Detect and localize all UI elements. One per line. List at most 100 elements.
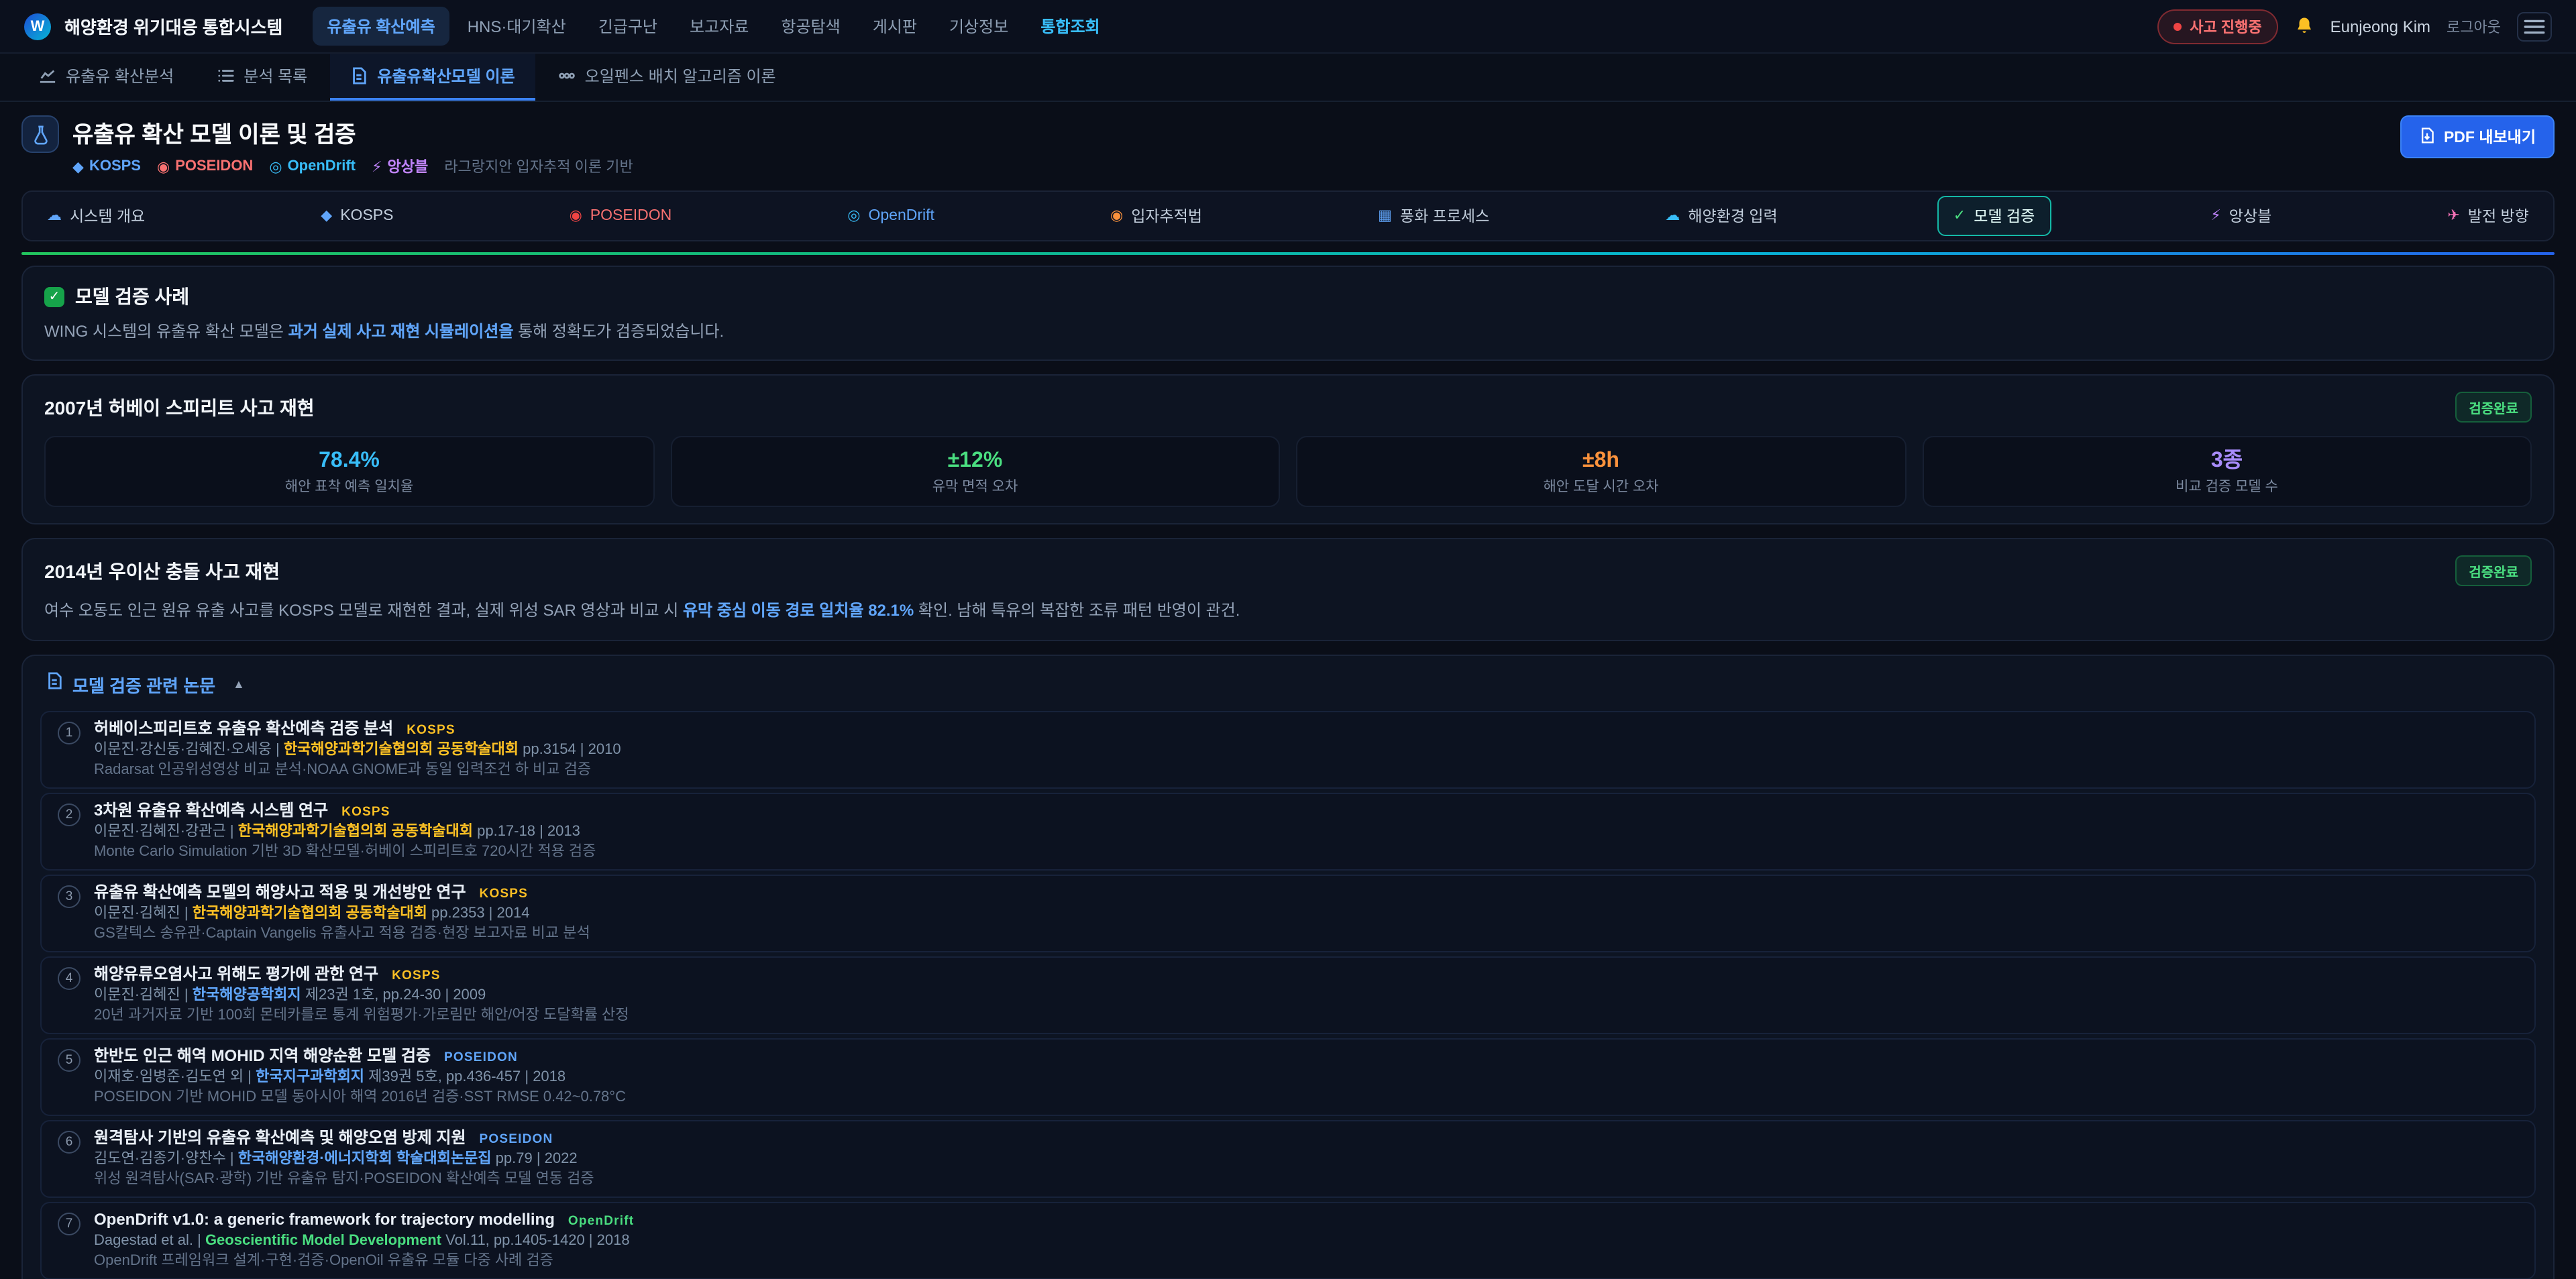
model-badge-label: KOSPS — [89, 158, 141, 174]
paper-list: 1 허베이스피리트호 유출유 확산예측 검증 분석KOSPS 이문진·강신동·김… — [40, 711, 2536, 1279]
circle-icon: ◎ — [269, 158, 282, 175]
tab-analysis-list[interactable]: 분석 목록 — [197, 54, 327, 101]
nav-emergency-rescue[interactable]: 긴급구난 — [584, 7, 672, 46]
section-nav-poseidon[interactable]: ◉POSEIDON — [553, 199, 688, 233]
logo-icon[interactable]: W — [24, 13, 51, 40]
paper-title: 허베이스피리트호 유출유 확산예측 검증 분석 — [94, 719, 393, 738]
model-badge-poseidon: ◉ POSEIDON — [157, 158, 253, 175]
paper-citation: 이문진·김혜진·강관근 | 한국해양과학기술협의회 공동학술대회 pp.17-1… — [94, 824, 596, 841]
papers-title: 모델 검증 관련 논문 — [72, 672, 215, 698]
nav-integrated-search[interactable]: 통합조회 — [1026, 7, 1114, 46]
section-nav-overview[interactable]: ☁시스템 개요 — [31, 196, 161, 236]
app-title: 해양환경 위기대응 통합시스템 — [64, 13, 282, 39]
paper-number: 2 — [58, 803, 80, 826]
pdf-icon — [2420, 127, 2436, 147]
diamond-icon: ◆ — [72, 158, 84, 175]
stat-box: 3종 비교 검증 모델 수 — [1922, 437, 2532, 508]
paper-item[interactable]: 1 허베이스피리트호 유출유 확산예측 검증 분석KOSPS 이문진·강신동·김… — [40, 711, 2536, 789]
incident-status-badge[interactable]: 사고 진행중 — [2157, 9, 2277, 44]
section-nav-ocean-input[interactable]: ☁해양환경 입력 — [1649, 196, 1793, 236]
section-nav-roadmap[interactable]: ✈발전 방향 — [2431, 196, 2544, 236]
model-badge-kosps: ◆ KOSPS — [72, 158, 141, 175]
stat-value: 3종 — [1934, 449, 2520, 474]
document-icon — [46, 673, 63, 697]
paper-item[interactable]: 4 해양유류오염사고 위해도 평가에 관한 연구KOSPS 이문진·김혜진 | … — [40, 956, 2536, 1034]
tab-model-theory[interactable]: 유출유확산모델 이론 — [330, 54, 535, 101]
target-icon: ◉ — [157, 158, 170, 175]
section-nav-label: 모델 검증 — [1974, 205, 2035, 227]
stat-label: 해안 표착 예측 일치율 — [56, 480, 642, 496]
validation-intro-card: ✓ 모델 검증 사례 WING 시스템의 유출유 확산 모델은 과거 실제 사고… — [21, 266, 2555, 362]
paper-title: 원격탐사 기반의 유출유 확산예측 및 해양오염 방제 지원 — [94, 1128, 466, 1147]
paper-citation: 이재호·임병준·김도연 외 | 한국지구과학회지 제39권 5호, pp.436… — [94, 1069, 626, 1087]
paper-title: OpenDrift v1.0: a generic framework for … — [94, 1210, 555, 1229]
nav-hns-diffusion[interactable]: HNS·대기확산 — [453, 7, 581, 46]
paper-description: POSEIDON 기반 MOHID 모델 동아시아 해역 2016년 검증·SS… — [94, 1089, 626, 1107]
red-dot-icon — [2174, 22, 2182, 30]
grid-icon: ▦ — [1378, 209, 1392, 223]
intro-text: WING 시스템의 유출유 확산 모델은 과거 실제 사고 재현 시뮬레이션을 … — [44, 321, 2532, 344]
section-nav-ensemble[interactable]: ⚡앙상블 — [2194, 196, 2288, 236]
logout-link[interactable]: 로그아웃 — [2447, 15, 2501, 37]
paper-item[interactable]: 2 3차원 유출유 확산예측 시스템 연구 KOSPS 이문진·김혜진·강관근 |… — [40, 793, 2536, 871]
particle-icon: ◉ — [1110, 209, 1123, 223]
topbar: W 해양환경 위기대응 통합시스템 유출유 확산예측 HNS·대기확산 긴급구난… — [0, 0, 2576, 54]
tab-boom-algorithm-theory[interactable]: 오일펜스 배치 알고리즘 이론 — [538, 54, 796, 101]
paper-model-badge: OpenDrift — [568, 1214, 634, 1229]
nav-weather-info[interactable]: 기상정보 — [934, 7, 1023, 46]
paper-title: 3차원 유출유 확산예측 시스템 연구 — [94, 801, 328, 820]
section-nav: ☁시스템 개요 ◆KOSPS ◉POSEIDON ◎OpenDrift ◉입자추… — [21, 190, 2555, 241]
stats-row: 78.4% 해안 표착 예측 일치율 ±12% 유막 면적 오차 ±8h 해안 … — [44, 437, 2532, 508]
journal-name: 한국해양과학기술협의회 공동학술대회 — [238, 824, 473, 840]
stat-value: 78.4% — [56, 449, 642, 474]
section-nav-label: 시스템 개요 — [70, 205, 145, 227]
nav-spill-prediction[interactable]: 유출유 확산예측 — [312, 7, 449, 46]
verified-badge: 검증완료 — [2455, 392, 2532, 423]
tabbar: 유출유 확산분석 분석 목록 유출유확산모델 이론 오일펜스 배치 알고리즘 이… — [0, 54, 2576, 102]
section-nav-label: OpenDrift — [869, 208, 934, 224]
section-nav-label: 발전 방향 — [2468, 205, 2529, 227]
check-icon: ✓ — [44, 286, 64, 307]
section-nav-particle-tracking[interactable]: ◉입자추적법 — [1094, 196, 1218, 236]
paper-item[interactable]: 6 원격탐사 기반의 유출유 확산예측 및 해양오염 방제 지원POSEIDON… — [40, 1120, 2536, 1198]
paper-number: 7 — [58, 1213, 80, 1235]
model-badge-label: POSEIDON — [175, 158, 253, 174]
menu-icon[interactable] — [2517, 11, 2552, 41]
tab-label: 유출유확산모델 이론 — [377, 64, 515, 87]
section-nav-label: KOSPS — [340, 208, 393, 224]
paper-item[interactable]: 5 한반도 인근 해역 MOHID 지역 해양순환 모델 검증POSEIDON … — [40, 1038, 2536, 1116]
tab-spill-analysis[interactable]: 유출유 확산분석 — [19, 54, 194, 101]
highlight-text: 과거 실제 사고 재현 시뮬레이션을 — [288, 322, 514, 341]
paper-description: Radarsat 인공위성영상 비교 분석·NOAA GNOME과 동일 입력조… — [94, 762, 621, 779]
section-nav-label: 풍화 프로세스 — [1400, 205, 1489, 227]
section-nav-opendrift[interactable]: ◎OpenDrift — [831, 199, 951, 233]
paper-description: OpenDrift 프레임워크 설계·구현·검증·OpenOil 유출유 모듈 … — [94, 1253, 634, 1270]
paper-description: GS칼텍스 송유관·Captain Vangelis 유출사고 적용 검증·현장… — [94, 926, 590, 943]
journal-name: Geoscientific Model Development — [205, 1233, 441, 1249]
paper-item[interactable]: 7 OpenDrift v1.0: a generic framework fo… — [40, 1202, 2536, 1279]
section-nav-weathering[interactable]: ▦ 풍화 프로세스 — [1362, 196, 1505, 236]
bell-icon[interactable] — [2294, 16, 2314, 36]
papers-header[interactable]: 모델 검증 관련 논문 ▲ — [40, 669, 2536, 700]
case-card-hebei-spirit: 2007년 허베이 스피리트 사고 재현 검증완료 78.4% 해안 표착 예측… — [21, 375, 2555, 525]
section-nav-validation[interactable]: ✓모델 검증 — [1937, 196, 2051, 236]
tab-label: 오일펜스 배치 알고리즘 이론 — [585, 64, 776, 87]
chart-icon — [39, 67, 56, 85]
section-nav-label: 앙상블 — [2229, 205, 2272, 227]
paper-model-badge: KOSPS — [341, 805, 390, 820]
document-icon — [350, 67, 368, 85]
user-name: Eunjeong Kim — [2330, 17, 2430, 36]
paper-citation: Dagestad et al. | Geoscientific Model De… — [94, 1233, 634, 1250]
stat-box: ±8h 해안 도달 시간 오차 — [1296, 437, 1906, 508]
flask-icon — [21, 115, 59, 153]
paper-number: 5 — [58, 1049, 80, 1072]
paper-citation: 이문진·김혜진 | 한국해양공학회지 제23권 1호, pp.24-30 | 2… — [94, 987, 629, 1005]
pdf-export-button[interactable]: PDF 내보내기 — [2401, 115, 2555, 158]
collapse-icon[interactable]: ▲ — [233, 678, 245, 691]
section-nav-kosps[interactable]: ◆KOSPS — [305, 199, 409, 233]
paper-item[interactable]: 3 유출유 확산예측 모델의 해양사고 적용 및 개선방안 연구KOSPS 이문… — [40, 875, 2536, 952]
nav-board[interactable]: 게시판 — [858, 7, 932, 46]
case-title: 2007년 허베이 스피리트 사고 재현 — [44, 394, 315, 421]
nav-reports[interactable]: 보고자료 — [675, 7, 763, 46]
nav-aerial-search[interactable]: 항공탐색 — [766, 7, 855, 46]
